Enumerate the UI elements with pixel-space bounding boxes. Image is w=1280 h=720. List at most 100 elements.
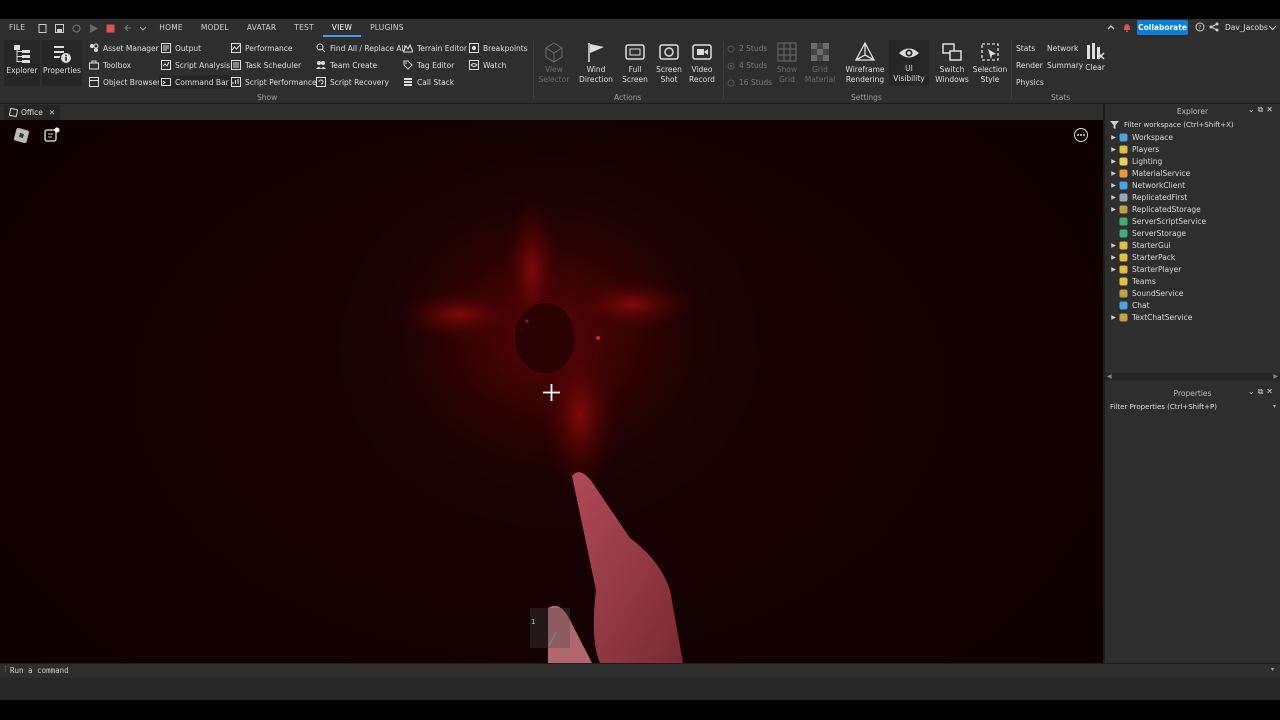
game-viewport[interactable]: 1: [0, 120, 1103, 663]
explorer-item[interactable]: ServerScriptService: [1109, 215, 1280, 227]
explorer-button[interactable]: Explorer: [4, 40, 40, 86]
explorer-item[interactable]: ▶ReplicatedFirst: [1109, 191, 1280, 203]
tab-avatar[interactable]: AVATAR: [238, 19, 285, 37]
tab-test[interactable]: TEST: [285, 19, 322, 37]
explorer-item[interactable]: ▶StarterGui: [1109, 239, 1280, 251]
screen-shot-button[interactable]: Screen Shot: [654, 41, 684, 85]
view-selector-button[interactable]: View Selector: [538, 41, 570, 85]
explorer-item[interactable]: ▶Lighting: [1109, 155, 1280, 167]
close-tab-icon[interactable]: ✕: [49, 108, 55, 117]
account-dropdown-icon[interactable]: [1269, 24, 1276, 33]
command-input[interactable]: Run a command: [10, 666, 69, 675]
stop-icon[interactable]: [106, 24, 115, 33]
expand-arrow-icon[interactable]: ▶: [1109, 146, 1118, 153]
explorer-item[interactable]: ▶StarterPack: [1109, 251, 1280, 263]
script-recovery-button[interactable]: Script Recovery: [316, 77, 389, 87]
call-stack-button[interactable]: Call Stack: [403, 77, 454, 87]
panel-window-controls[interactable]: ⌄⧉✕: [1248, 105, 1276, 115]
selection-style-button[interactable]: Selection Style: [972, 41, 1008, 85]
more-options-icon[interactable]: [1073, 127, 1089, 145]
watch-button[interactable]: Watch: [469, 60, 506, 70]
explorer-filter-input[interactable]: Filter workspace (Ctrl+Shift+X): [1105, 118, 1280, 131]
scroll-left-icon[interactable]: ◀: [1107, 373, 1112, 380]
ui-visibility-button[interactable]: UI Visibility: [889, 40, 929, 86]
expand-arrow-icon[interactable]: ▶: [1109, 170, 1118, 177]
save-icon[interactable]: [55, 24, 64, 33]
render-stats-button[interactable]: Render: [1016, 61, 1043, 70]
expand-arrow-icon[interactable]: ▶: [1109, 242, 1118, 249]
properties-button[interactable]: Properties: [42, 40, 82, 86]
expand-arrow-icon[interactable]: ▶: [1109, 254, 1118, 261]
explorer-item[interactable]: SoundService: [1109, 287, 1280, 299]
explorer-item[interactable]: ▶Players: [1109, 143, 1280, 155]
tab-model[interactable]: MODEL: [192, 19, 238, 37]
tab-office[interactable]: Office ✕: [4, 105, 60, 120]
chat-toggle-icon[interactable]: [43, 127, 60, 146]
expand-arrow-icon[interactable]: ▶: [1109, 194, 1118, 201]
toolbox-button[interactable]: Toolbox: [89, 60, 131, 70]
explorer-item[interactable]: ▶NetworkClient: [1109, 179, 1280, 191]
expand-arrow-icon[interactable]: ▶: [1109, 314, 1118, 321]
script-performance-button[interactable]: Script Performance: [231, 77, 317, 87]
summary-stats-button[interactable]: Summary: [1047, 61, 1083, 70]
explorer-item[interactable]: ▶TextChatService: [1109, 311, 1280, 323]
find-replace-button[interactable]: Find All / Replace All: [316, 43, 406, 53]
command-history-dropdown-icon[interactable]: ▾: [1271, 666, 1274, 673]
explorer-item[interactable]: Chat: [1109, 299, 1280, 311]
undo-icon[interactable]: [123, 24, 132, 33]
share-icon[interactable]: [1209, 22, 1219, 34]
expand-arrow-icon[interactable]: ▶: [1109, 206, 1118, 213]
task-scheduler-button[interactable]: Task Scheduler: [231, 60, 301, 70]
physics-stats-button[interactable]: Physics: [1016, 78, 1044, 87]
roblox-menu-icon[interactable]: [13, 127, 30, 146]
expand-arrow-icon[interactable]: ▶: [1109, 158, 1118, 165]
tab-plugins[interactable]: PLUGINS: [361, 19, 413, 37]
network-stats-button[interactable]: Network: [1047, 44, 1078, 53]
new-file-icon[interactable]: [38, 24, 47, 33]
help-icon[interactable]: ?: [1195, 22, 1205, 34]
scroll-right-icon[interactable]: ▶: [1273, 373, 1278, 380]
grid-material-button[interactable]: Grid Material: [804, 41, 836, 85]
file-menu[interactable]: FILE: [0, 19, 34, 37]
expand-arrow-icon[interactable]: ▶: [1109, 182, 1118, 189]
script-analysis-button[interactable]: Script Analysis: [161, 60, 230, 70]
asset-manager-button[interactable]: Asset Manager: [89, 43, 159, 53]
object-browser-button[interactable]: Object Browser: [89, 77, 160, 87]
collaborate-button[interactable]: Collaborate: [1137, 20, 1188, 35]
show-grid-button[interactable]: Show Grid: [773, 41, 801, 85]
team-create-button[interactable]: Team Create: [316, 60, 377, 70]
breakpoints-button[interactable]: Breakpoints: [469, 43, 528, 53]
play-icon[interactable]: [89, 24, 98, 33]
wireframe-rendering-button[interactable]: Wireframe Rendering: [844, 41, 886, 85]
grid-2-studs-option[interactable]: 2 Studs: [727, 44, 767, 53]
explorer-item[interactable]: ▶Workspace: [1109, 131, 1280, 143]
explorer-scrollbar[interactable]: ◀ ▶: [1105, 373, 1280, 381]
wind-direction-button[interactable]: Wind Direction: [578, 41, 614, 85]
tab-view[interactable]: VIEW: [323, 19, 361, 37]
properties-filter-input[interactable]: Filter Properties (Ctrl+Shift+P) ▾: [1105, 400, 1280, 413]
expand-arrow-icon[interactable]: ▶: [1109, 266, 1118, 273]
collapse-ribbon-icon[interactable]: [1107, 23, 1115, 33]
video-record-button[interactable]: Video Record: [687, 41, 717, 85]
hotbar-slot[interactable]: [530, 608, 570, 648]
username-label[interactable]: Dav_Jacobs: [1225, 19, 1268, 37]
output-button[interactable]: Output: [161, 43, 201, 53]
grid-16-studs-option[interactable]: 16 Studs: [727, 78, 772, 87]
terrain-editor-button[interactable]: Terrain Editor: [403, 43, 467, 53]
panel-window-controls[interactable]: ⌄⧉✕: [1248, 387, 1276, 397]
grid-4-studs-option[interactable]: 4 Studs: [727, 61, 767, 70]
expand-arrow-icon[interactable]: ▶: [1109, 134, 1118, 141]
tag-editor-button[interactable]: Tag Editor: [403, 60, 454, 70]
quick-access-dropdown-icon[interactable]: [140, 24, 146, 33]
filter-dropdown-icon[interactable]: ▾: [1273, 403, 1276, 410]
tab-home[interactable]: HOME: [150, 19, 192, 37]
explorer-item[interactable]: Teams: [1109, 275, 1280, 287]
full-screen-button[interactable]: Full Screen: [620, 41, 650, 85]
command-bar-button[interactable]: Command Bar: [159, 75, 231, 89]
clear-stats-button[interactable]: Clear: [1083, 41, 1107, 73]
explorer-item[interactable]: ▶ReplicatedStorage: [1109, 203, 1280, 215]
switch-windows-button[interactable]: Switch Windows: [933, 41, 971, 85]
explorer-item[interactable]: ▶MaterialService: [1109, 167, 1280, 179]
performance-button[interactable]: Performance: [231, 43, 293, 53]
redo-history-icon[interactable]: [72, 24, 81, 33]
